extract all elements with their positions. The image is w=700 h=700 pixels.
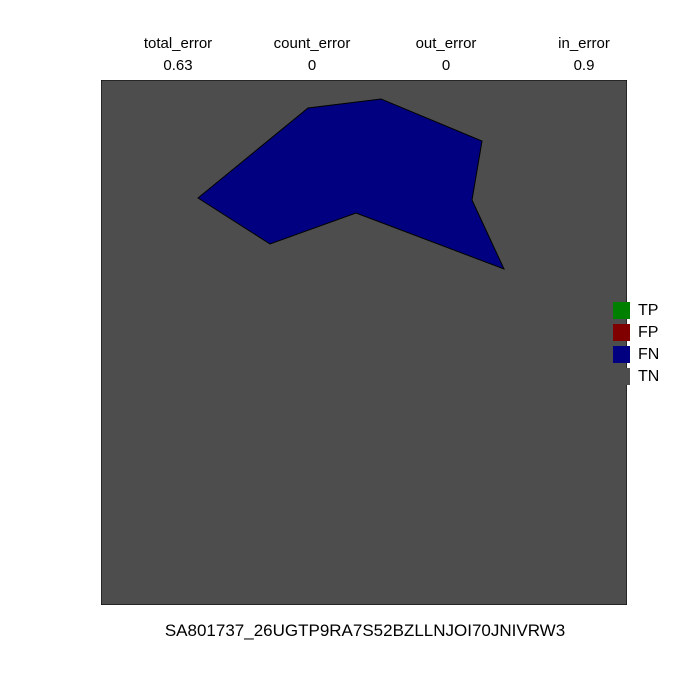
metric-value: 0 — [307, 57, 317, 74]
legend-label: TP — [638, 302, 659, 319]
sample-id-caption: SA801737_26UGTP9RA7S52BZLLNJOI70JNIVRW3 — [164, 621, 566, 640]
metric-total-error: total_error 0.63 — [118, 33, 238, 77]
legend-label: TN — [638, 368, 660, 385]
metric-value: 0 — [441, 57, 451, 74]
legend-swatch — [613, 302, 630, 319]
metric-name: out_error — [415, 35, 477, 52]
legend-label: FN — [638, 346, 660, 363]
metric-count-error: count_error 0 — [252, 33, 372, 77]
legend-swatch — [613, 368, 630, 385]
metric-value: 0.63 — [163, 57, 193, 74]
legend-swatch — [613, 346, 630, 363]
metric-name: in_error — [558, 35, 610, 52]
metric-out-error: out_error 0 — [386, 33, 506, 77]
metric-name: total_error — [143, 35, 213, 52]
metric-value: 0.9 — [573, 57, 595, 74]
segmentation-plot — [101, 80, 627, 605]
metric-name: count_error — [273, 35, 351, 52]
legend-swatch — [613, 324, 630, 341]
metric-in-error: in_error 0.9 — [524, 33, 644, 77]
legend-label: FP — [638, 324, 659, 341]
